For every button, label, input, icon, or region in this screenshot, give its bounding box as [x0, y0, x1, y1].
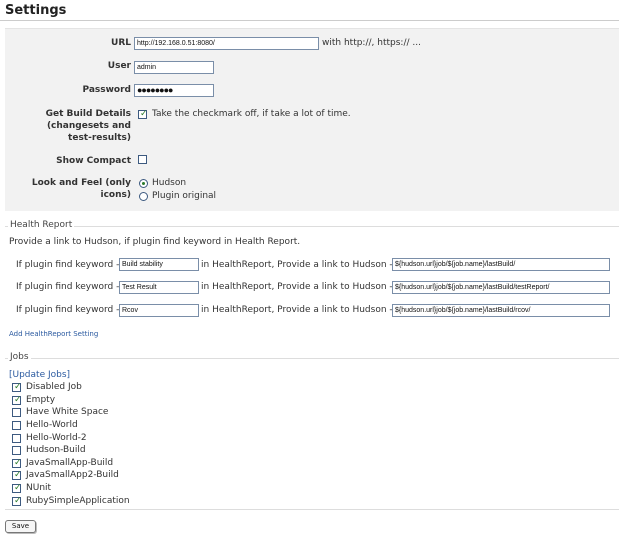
jobs-section: [5, 358, 619, 510]
look-plugin-original-label: Plugin original: [152, 191, 217, 201]
radio-dot-icon: [142, 182, 145, 185]
password-label: Password: [82, 85, 131, 95]
job-checkbox[interactable]: [12, 421, 21, 430]
health-row-prefix: If plugin find keyword -: [16, 282, 120, 292]
update-jobs-link[interactable]: [Update Jobs]: [9, 369, 70, 381]
job-checkbox[interactable]: ✓: [12, 395, 22, 405]
health-report-legend: Health Report: [8, 220, 75, 231]
health-keyword-input[interactable]: Rcov: [119, 304, 199, 317]
health-link-input[interactable]: ${hudson.url}job/${job.name}/lastBuild/: [392, 258, 610, 271]
jobs-legend: Jobs: [8, 352, 31, 363]
page-title: Settings: [5, 3, 67, 18]
health-keyword-input[interactable]: Test Result: [119, 281, 199, 294]
job-checkbox[interactable]: ✓: [12, 483, 22, 493]
job-checkbox[interactable]: ✓: [12, 458, 22, 468]
user-label: User: [107, 61, 131, 71]
build-details-checkbox[interactable]: ✓: [138, 109, 148, 119]
build-details-label: Get Build Details (changesets and test-r…: [45, 109, 131, 143]
job-checkbox[interactable]: [12, 446, 21, 455]
build-details-hint: Take the checkmark off, if take a lot of…: [152, 109, 351, 119]
check-icon: ✓: [14, 470, 22, 480]
job-checkbox[interactable]: ✓: [12, 470, 22, 480]
look-plugin-original-radio[interactable]: [139, 192, 148, 201]
job-label: Hudson-Build: [26, 445, 86, 455]
url-hint: with http://, https:// ...: [322, 38, 421, 48]
job-label: RubySimpleApplication: [26, 496, 130, 506]
url-input[interactable]: http://192.168.0.51:8080/: [134, 37, 319, 50]
add-health-report-link[interactable]: Add HealthReport Setting: [9, 328, 98, 340]
job-label: NUnit: [26, 483, 52, 493]
look-hudson-radio[interactable]: [139, 179, 148, 188]
check-icon: ✓: [14, 483, 22, 493]
check-icon: ✓: [14, 395, 22, 405]
health-row-prefix: If plugin find keyword -: [16, 305, 120, 315]
health-keyword-input[interactable]: Build stability: [119, 258, 199, 271]
url-label: URL: [111, 38, 131, 48]
look-and-feel-label: Look and Feel (only icons): [31, 178, 131, 200]
job-label: Have White Space: [26, 407, 109, 417]
health-row-middle: in HealthReport, Provide a link to Hudso…: [201, 305, 393, 315]
check-icon: ✓: [14, 458, 22, 468]
job-checkbox[interactable]: ✓: [12, 382, 22, 392]
health-report-description: Provide a link to Hudson, if plugin find…: [9, 237, 301, 247]
job-label: Hello-World: [26, 420, 78, 430]
check-icon: ✓: [140, 109, 148, 119]
look-hudson-label: Hudson: [152, 178, 187, 188]
save-button[interactable]: Save: [5, 520, 36, 533]
health-link-input[interactable]: ${hudson.url}job/${job.name}/lastBuild/r…: [392, 304, 610, 317]
health-row-prefix: If plugin find keyword -: [16, 260, 120, 270]
job-label: JavaSmallApp2-Build: [26, 470, 119, 480]
password-input[interactable]: ●●●●●●●●: [134, 84, 214, 97]
title-divider: [0, 20, 619, 21]
show-compact-checkbox[interactable]: [138, 155, 147, 164]
job-label: Hello-World-2: [26, 433, 87, 443]
job-checkbox[interactable]: [12, 434, 21, 443]
job-label: JavaSmallApp-Build: [26, 458, 114, 468]
job-checkbox[interactable]: [12, 408, 21, 417]
health-row-middle: in HealthReport, Provide a link to Hudso…: [201, 282, 393, 292]
job-checkbox[interactable]: ✓: [12, 496, 22, 506]
show-compact-label: Show Compact: [56, 156, 131, 166]
job-label: Empty: [26, 395, 56, 405]
user-input[interactable]: admin: [134, 61, 214, 74]
job-label: Disabled Job: [26, 382, 82, 392]
health-row-middle: in HealthReport, Provide a link to Hudso…: [201, 260, 393, 270]
health-link-input[interactable]: ${hudson.url}job/${job.name}/lastBuild/t…: [392, 281, 610, 294]
check-icon: ✓: [14, 382, 22, 392]
check-icon: ✓: [14, 496, 22, 506]
